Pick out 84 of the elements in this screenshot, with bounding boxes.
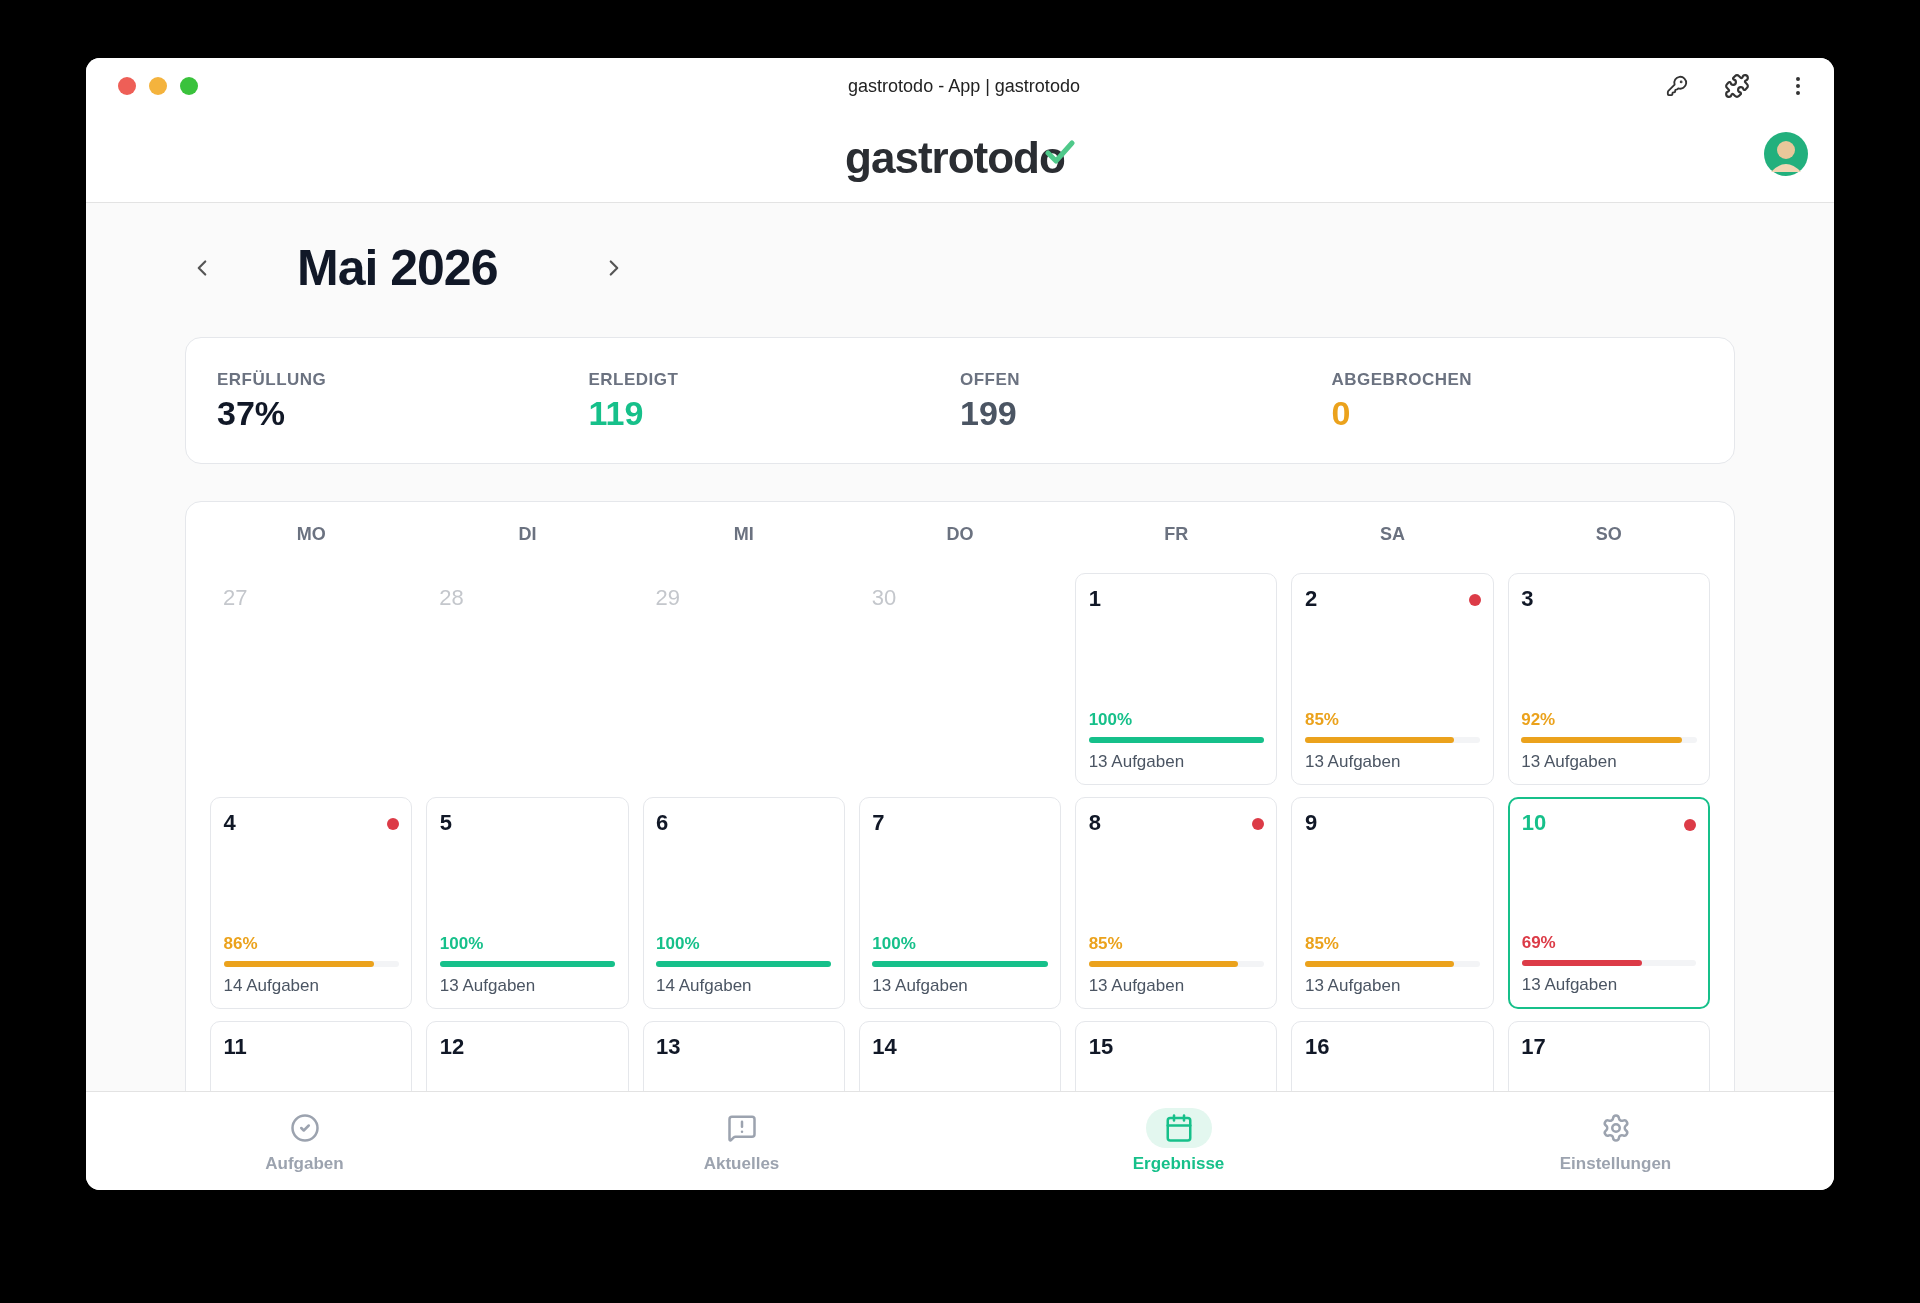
completion-percent: 100% [439,933,484,954]
window-title: gastrotodo - App | gastrotodo [847,75,1081,97]
day-number: 5 [439,809,453,836]
task-count: 14 Aufgaben [223,975,319,996]
weekday-label: MI [732,524,755,546]
message-alert-icon [726,1113,757,1143]
task-count: 13 Aufgaben [872,975,968,996]
completion-percent: 86% [223,933,258,954]
day-number: 16 [1304,1033,1330,1060]
day-number: 1 [1088,585,1101,612]
day-cell[interactable]: 5 100% 13 Aufgaben [426,797,629,1009]
day-cell[interactable]: 8 85% 13 Aufgaben [1075,797,1278,1009]
day-cell[interactable]: 13 [642,1021,845,1091]
completion-percent: 100% [656,933,700,954]
puzzle-icon[interactable] [1724,73,1750,99]
weekday-label: MO [295,524,327,546]
day-number: 27 [223,585,248,610]
completion-percent: 85% [1304,933,1339,954]
day-number: 29 [655,585,681,610]
day-cell[interactable]: 4 86% 14 Aufgaben [210,797,413,1009]
logo: gastrotodo [845,133,1075,183]
day-cell[interactable]: 16 [1291,1021,1494,1091]
avatar-icon[interactable] [1764,132,1808,176]
stat-value: 119 [588,394,645,433]
completion-percent: 100% [1088,709,1133,730]
task-count: 14 Aufgaben [656,975,752,996]
task-count: 13 Aufgaben [1088,751,1185,772]
completion-percent: 85% [1088,933,1123,954]
task-count: 13 Aufgaben [1521,975,1618,995]
month-title: Mai 2026 [297,239,499,297]
day-cell[interactable]: 11 [210,1021,413,1091]
day-number: 9 [1304,809,1318,836]
stat-label: OFFEN [960,370,1022,390]
weekday-label: DI [517,524,538,546]
day-number: 2 [1304,585,1318,612]
day-number: 4 [223,809,236,836]
weekday-label: FR [1163,524,1190,546]
day-number: 14 [872,1033,897,1060]
completion-percent: 100% [872,933,916,954]
stat-label: ERLEDIGT [588,370,680,390]
key-icon[interactable] [1666,75,1688,97]
day-number: 28 [439,585,464,610]
task-count: 13 Aufgaben [439,975,536,996]
check-circle-icon [289,1113,320,1143]
day-cell[interactable]: 1 100% 13 Aufgaben [1075,573,1278,785]
day-number: 7 [872,809,885,836]
task-count: 13 Aufgaben [1304,751,1401,772]
weekday-label: DO [945,524,975,546]
day-number: 11 [223,1033,247,1060]
close-button[interactable] [118,77,136,95]
stat-label: ERFÜLLUNG [217,370,328,390]
task-count: 13 Aufgaben [1088,975,1185,996]
day-number: 17 [1521,1033,1546,1060]
day-number: 10 [1521,810,1547,836]
day-number: 15 [1088,1033,1114,1060]
day-number: 6 [656,809,669,836]
day-cell[interactable]: 17 [1507,1021,1710,1091]
stat-value: 199 [960,394,1018,433]
day-cell[interactable]: 3 92% 13 Aufgaben [1507,573,1710,785]
day-cell[interactable]: 15 [1075,1021,1278,1091]
day-number: 30 [871,585,897,610]
task-count: 13 Aufgaben [1521,751,1617,772]
day-cell[interactable]: 14 [858,1021,1062,1091]
calendar-icon [1163,1113,1194,1143]
day-number: 13 [656,1033,681,1060]
day-cell[interactable]: 12 [426,1021,629,1091]
weekday-label: SA [1379,524,1407,546]
stat-value: 37% [217,394,287,433]
day-cell[interactable]: 9 85% 13 Aufgaben [1291,797,1494,1009]
task-count: 13 Aufgaben [1304,975,1401,996]
day-cell[interactable]: 10 69% 13 Aufgaben [1507,797,1710,1009]
completion-percent: 69% [1521,933,1556,953]
stat-value: 0 [1331,394,1352,433]
settings-icon [1600,1113,1631,1143]
day-number: 3 [1521,585,1534,612]
day-number: 8 [1088,809,1101,836]
day-cell[interactable]: 7 100% 13 Aufgaben [858,797,1062,1009]
weekday-label: SO [1594,524,1623,546]
day-cell[interactable]: 6 100% 14 Aufgaben [642,797,845,1009]
day-cell[interactable]: 2 85% 13 Aufgaben [1291,573,1494,785]
completion-percent: 92% [1521,709,1556,730]
day-number: 12 [439,1033,465,1060]
stat-label: ABGEBROCHEN [1331,370,1474,390]
completion-percent: 85% [1304,709,1339,730]
